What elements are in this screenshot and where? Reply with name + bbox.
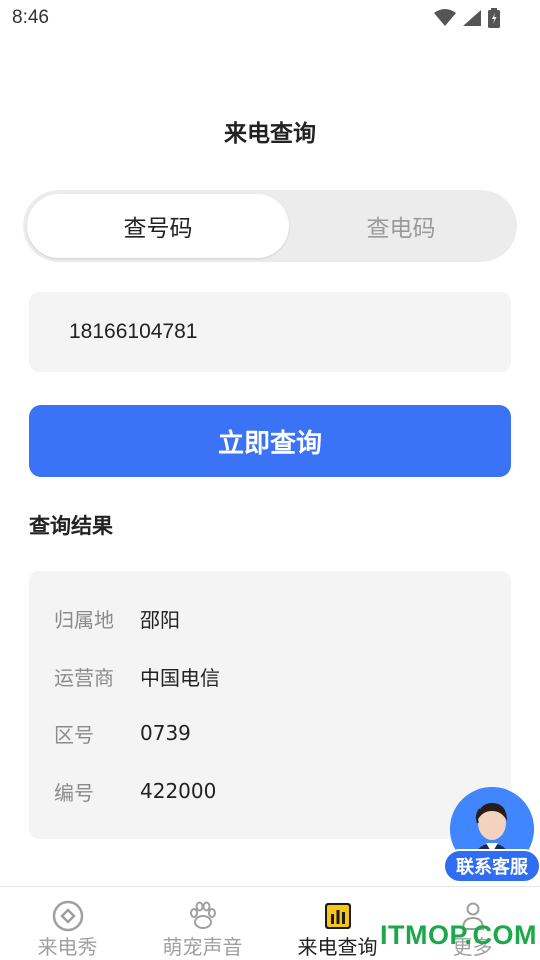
status-bar: 8:46 xyxy=(0,0,540,36)
results-title: 查询结果 xyxy=(29,514,113,538)
tab-label: 萌宠声音 xyxy=(162,935,243,959)
result-label: 归属地 xyxy=(54,607,114,632)
customer-service-label: 联系客服 xyxy=(443,849,540,883)
wifi-icon xyxy=(434,9,456,26)
result-label: 区号 xyxy=(54,722,94,747)
tab-pet-sounds[interactable]: 萌宠声音 xyxy=(135,887,270,960)
result-row-location: 归属地 邵阳 xyxy=(54,603,180,633)
tab-phone-code-lookup[interactable]: 查电码 xyxy=(289,194,513,258)
tab-number-lookup[interactable]: 查号码 xyxy=(27,194,289,258)
diamond-circle-icon xyxy=(52,900,83,932)
result-label: 运营商 xyxy=(54,665,114,690)
result-value: 422000 xyxy=(140,779,217,803)
status-icons xyxy=(434,8,500,28)
result-value: 中国电信 xyxy=(140,665,220,690)
result-value: 邵阳 xyxy=(140,607,180,632)
query-button[interactable]: 立即查询 xyxy=(29,405,511,477)
result-row-carrier: 运营商 中国电信 xyxy=(54,661,220,691)
results-card: 归属地 邵阳 运营商 中国电信 区号 0739 编号 422000 xyxy=(29,571,511,839)
result-value: 0739 xyxy=(140,721,191,745)
battery-icon xyxy=(488,8,500,28)
signal-icon xyxy=(463,10,481,26)
result-label: 编号 xyxy=(54,780,94,805)
page-title: 来电查询 xyxy=(224,121,316,147)
watermark-logo: ITMOP.COM xyxy=(380,920,538,950)
result-row-area-code: 区号 0739 xyxy=(54,718,191,748)
paw-icon xyxy=(189,901,216,929)
chart-icon xyxy=(324,903,351,929)
tab-caller-show[interactable]: 来电秀 xyxy=(0,887,135,960)
segmented-control: 查号码 查电码 xyxy=(23,190,517,262)
result-row-postcode: 编号 422000 xyxy=(54,776,216,806)
customer-service-button[interactable]: 联系客服 xyxy=(443,787,540,887)
phone-number-input[interactable] xyxy=(29,292,511,372)
tab-label: 来电秀 xyxy=(37,935,98,959)
status-time: 8:46 xyxy=(12,7,49,28)
